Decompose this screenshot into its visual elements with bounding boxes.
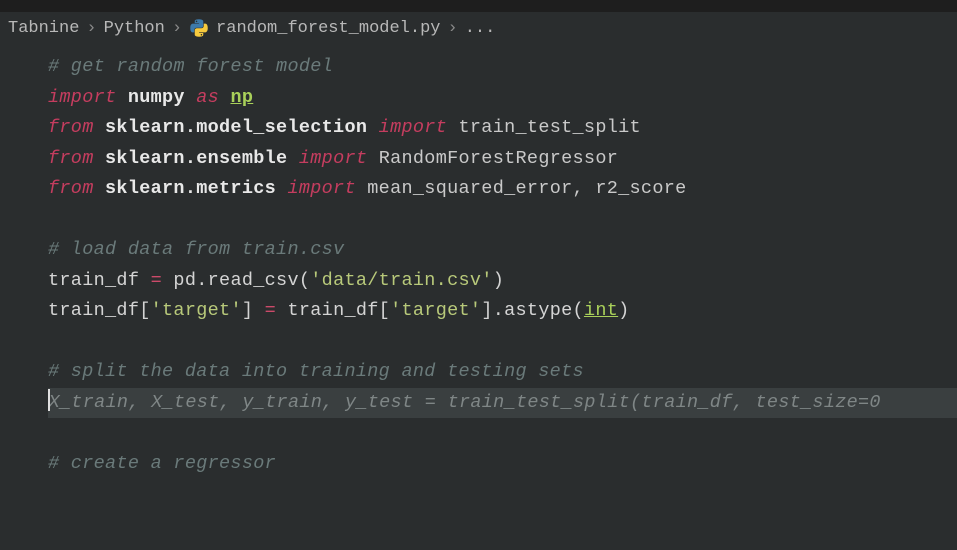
breadcrumb-sep: › <box>172 19 182 38</box>
breadcrumb-sep: › <box>86 19 96 38</box>
title-bar-strip <box>0 0 957 12</box>
code-line-blank <box>48 327 957 358</box>
breadcrumb: Tabnine › Python › random_forest_model.p… <box>0 12 957 48</box>
code-line-import: import numpy as np <box>48 83 957 114</box>
code-line-blank <box>48 205 957 236</box>
breadcrumb-item-file[interactable]: random_forest_model.py <box>216 19 440 38</box>
code-line-blank <box>48 418 957 449</box>
code-line-comment: # get random forest model <box>48 52 957 83</box>
code-line-comment: # create a regressor <box>48 449 957 480</box>
code-editor[interactable]: # get random forest model import numpy a… <box>0 48 957 479</box>
text-cursor <box>48 389 50 411</box>
code-line-import: from sklearn.ensemble import RandomFores… <box>48 144 957 175</box>
code-line: train_df['target'] = train_df['target'].… <box>48 296 957 327</box>
breadcrumb-sep: › <box>447 19 457 38</box>
breadcrumb-item-more[interactable]: ... <box>465 19 496 38</box>
breadcrumb-item-python[interactable]: Python <box>104 19 165 38</box>
python-icon <box>189 18 209 38</box>
code-line-import: from sklearn.metrics import mean_squared… <box>48 174 957 205</box>
breadcrumb-item-tabnine[interactable]: Tabnine <box>8 19 79 38</box>
code-line-import: from sklearn.model_selection import trai… <box>48 113 957 144</box>
code-line-comment: # load data from train.csv <box>48 235 957 266</box>
code-line-suggestion[interactable]: X_train, X_test, y_train, y_test = train… <box>48 388 957 419</box>
ai-suggestion-text: X_train, X_test, y_train, y_test = train… <box>49 392 881 413</box>
code-line: train_df = pd.read_csv('data/train.csv') <box>48 266 957 297</box>
code-line-comment: # split the data into training and testi… <box>48 357 957 388</box>
